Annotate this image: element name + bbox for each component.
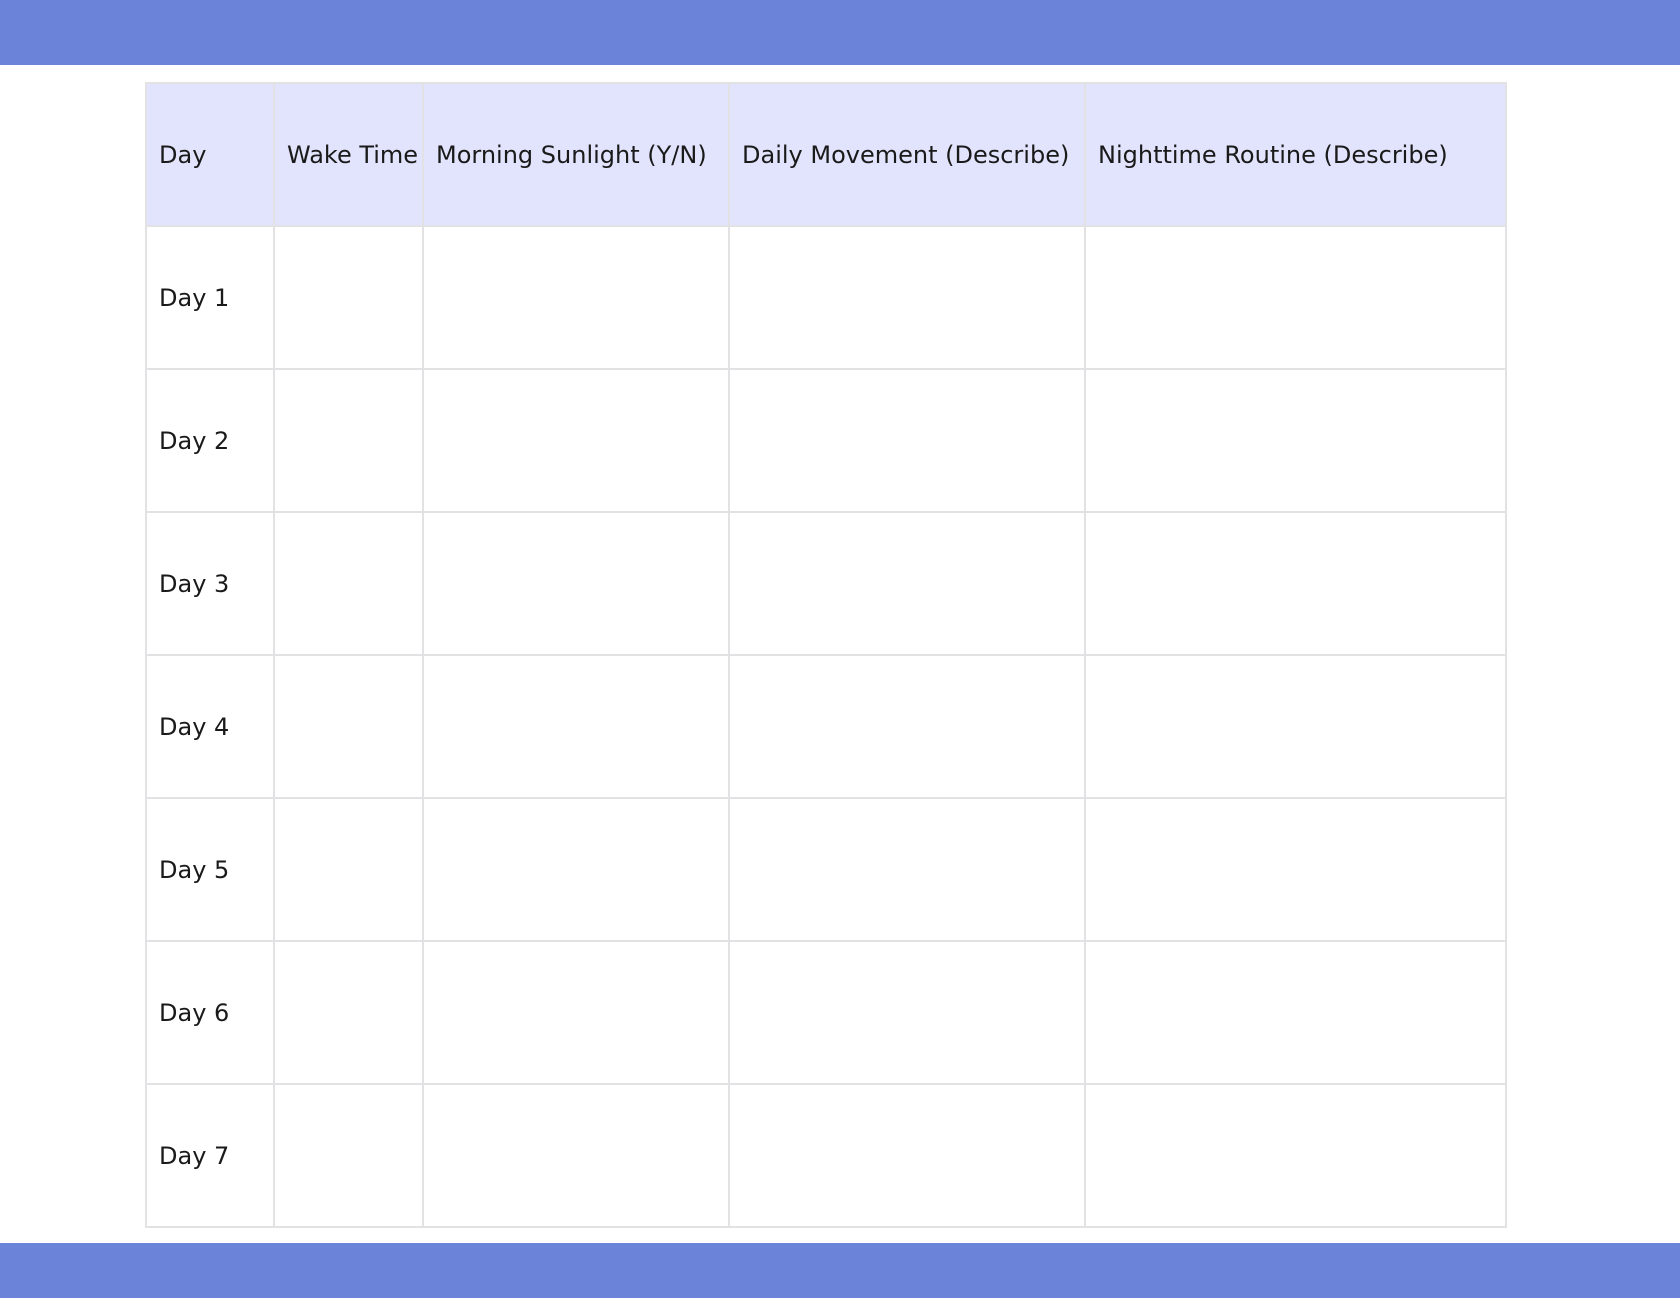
- wake-time-cell[interactable]: [273, 511, 424, 656]
- morning-sunlight-cell[interactable]: [422, 654, 730, 799]
- morning-sunlight-cell[interactable]: [422, 1083, 730, 1228]
- morning-sunlight-cell[interactable]: [422, 225, 730, 370]
- wake-time-cell[interactable]: [273, 1083, 424, 1228]
- wake-time-cell[interactable]: [273, 797, 424, 942]
- table-row: Day 1: [145, 225, 1507, 370]
- daily-movement-cell[interactable]: [728, 511, 1086, 656]
- nighttime-routine-cell[interactable]: [1084, 1083, 1507, 1228]
- column-header-daily-movement: Daily Movement (Describe): [728, 82, 1086, 227]
- day-cell: Day 5: [145, 797, 275, 942]
- day-cell: Day 1: [145, 225, 275, 370]
- table-row: Day 4: [145, 654, 1507, 799]
- morning-sunlight-cell[interactable]: [422, 368, 730, 513]
- morning-sunlight-cell[interactable]: [422, 511, 730, 656]
- daily-movement-cell[interactable]: [728, 654, 1086, 799]
- day-cell: Day 7: [145, 1083, 275, 1228]
- top-color-band: [0, 0, 1680, 65]
- wake-time-cell[interactable]: [273, 225, 424, 370]
- table-row: Day 2: [145, 368, 1507, 513]
- wake-time-cell[interactable]: [273, 940, 424, 1085]
- daily-movement-cell[interactable]: [728, 1083, 1086, 1228]
- nighttime-routine-cell[interactable]: [1084, 368, 1507, 513]
- table-row: Day 5: [145, 797, 1507, 942]
- bottom-color-band: [0, 1243, 1680, 1298]
- table-row: Day 6: [145, 940, 1507, 1085]
- morning-sunlight-cell[interactable]: [422, 797, 730, 942]
- wake-time-cell[interactable]: [273, 368, 424, 513]
- daily-movement-cell[interactable]: [728, 225, 1086, 370]
- day-cell: Day 2: [145, 368, 275, 513]
- daily-movement-cell[interactable]: [728, 940, 1086, 1085]
- column-header-morning-sunlight: Morning Sunlight (Y/N): [422, 82, 730, 227]
- morning-sunlight-cell[interactable]: [422, 940, 730, 1085]
- daily-movement-cell[interactable]: [728, 368, 1086, 513]
- daily-movement-cell[interactable]: [728, 797, 1086, 942]
- table-row: Day 7: [145, 1083, 1507, 1228]
- nighttime-routine-cell[interactable]: [1084, 940, 1507, 1085]
- table-header-row: Day Wake Time Morning Sunlight (Y/N) Dai…: [145, 82, 1507, 227]
- nighttime-routine-cell[interactable]: [1084, 654, 1507, 799]
- nighttime-routine-cell[interactable]: [1084, 797, 1507, 942]
- wake-time-cell[interactable]: [273, 654, 424, 799]
- day-cell: Day 6: [145, 940, 275, 1085]
- nighttime-routine-cell[interactable]: [1084, 511, 1507, 656]
- column-header-wake-time: Wake Time: [273, 82, 424, 227]
- column-header-day: Day: [145, 82, 275, 227]
- habit-tracker-table: Day Wake Time Morning Sunlight (Y/N) Dai…: [145, 82, 1507, 1228]
- column-header-nighttime-routine: Nighttime Routine (Describe): [1084, 82, 1507, 227]
- nighttime-routine-cell[interactable]: [1084, 225, 1507, 370]
- table-row: Day 3: [145, 511, 1507, 656]
- day-cell: Day 3: [145, 511, 275, 656]
- day-cell: Day 4: [145, 654, 275, 799]
